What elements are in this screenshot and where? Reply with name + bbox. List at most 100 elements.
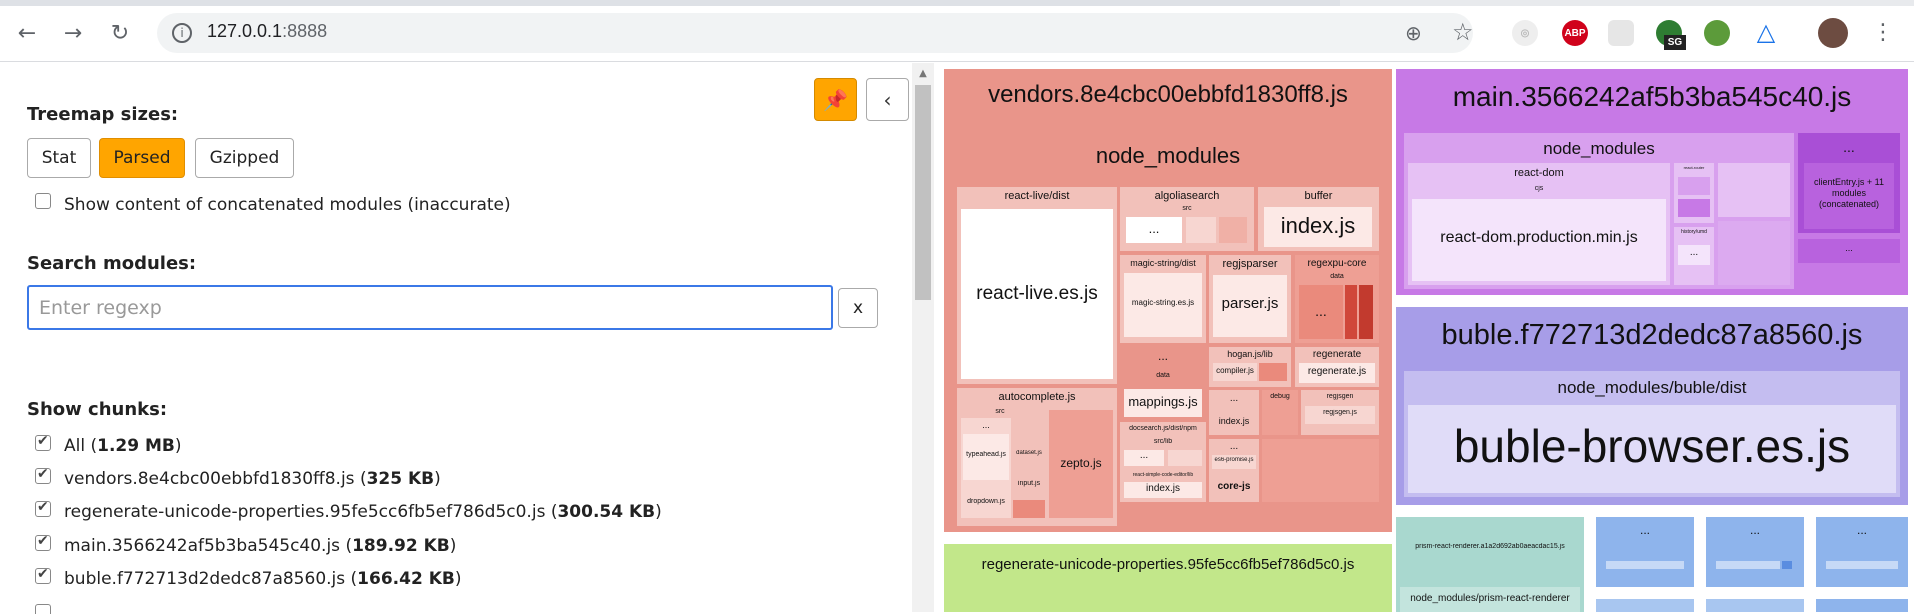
- tile-small-chunk-module[interactable]: [1716, 561, 1780, 569]
- treemap-chunk-buble[interactable]: buble.f772713d2dedc87a8560.js node_modul…: [1396, 307, 1908, 505]
- tile-docsearch-file[interactable]: ...: [1124, 450, 1164, 466]
- tile-history-file[interactable]: ...: [1678, 245, 1710, 265]
- bookmark-star-icon[interactable]: ☆: [1452, 18, 1480, 46]
- tile-small-chunk-module[interactable]: [1826, 561, 1898, 569]
- tile-react-router-misc[interactable]: [1678, 177, 1710, 195]
- size-button-gzipped[interactable]: Gzipped: [195, 138, 294, 178]
- collapse-sidebar-button[interactable]: ‹: [866, 78, 909, 121]
- tile-docsearch-misc[interactable]: [1168, 450, 1202, 466]
- zoom-icon[interactable]: ⊕: [1405, 21, 1429, 45]
- tile-regexpu-misc[interactable]: [1345, 285, 1357, 339]
- treemap-chunk-small[interactable]: [1596, 599, 1694, 612]
- tile-compiler-js[interactable]: compiler.js: [1213, 363, 1257, 381]
- tile-regexpu-misc[interactable]: [1359, 285, 1373, 339]
- tile-typeahead-js[interactable]: typeahead.js: [963, 434, 1009, 480]
- tile-small-chunk-module[interactable]: [1606, 561, 1684, 569]
- blank-extension-icon[interactable]: [1608, 20, 1634, 46]
- tile-algolia-file[interactable]: ...: [1126, 217, 1182, 243]
- tile-buffer-index[interactable]: index.js: [1264, 207, 1372, 247]
- tile-index-js[interactable]: ... index.js: [1209, 390, 1259, 435]
- back-icon[interactable]: ←: [12, 18, 42, 48]
- chunk-checkbox[interactable]: [35, 566, 51, 584]
- globe-extension-icon[interactable]: [1704, 20, 1730, 46]
- tile-react-router-misc[interactable]: [1678, 199, 1710, 217]
- tile-zepto-js[interactable]: zepto.js: [1049, 410, 1113, 518]
- size-button-parsed[interactable]: Parsed: [99, 138, 185, 178]
- tile-hogan-misc[interactable]: [1259, 363, 1287, 381]
- treemap-chunk-prism-react-renderer[interactable]: prism-react-renderer.a1a2d692ab0aeacdac1…: [1396, 517, 1584, 612]
- address-bar[interactable]: [157, 13, 1473, 53]
- tile-mappings-js[interactable]: mappings.js: [1124, 389, 1202, 417]
- tile-dataset-js[interactable]: dataset.js: [1013, 440, 1045, 470]
- tile-regexpu-data[interactable]: ...: [1299, 285, 1343, 339]
- site-info-icon[interactable]: i: [172, 23, 192, 43]
- chunk-checkbox[interactable]: [35, 533, 51, 551]
- camera-extension-icon[interactable]: ◎: [1512, 20, 1538, 46]
- clear-search-button[interactable]: x: [838, 288, 878, 328]
- tile-main-misc[interactable]: [1718, 163, 1790, 217]
- tile-prism-node-modules[interactable]: node_modules/prism-react-renderer: [1400, 587, 1580, 612]
- tile-regenerate-js[interactable]: regenerate.js: [1299, 363, 1375, 383]
- size-button-stat[interactable]: Stat: [27, 138, 91, 178]
- active-tab[interactable]: [0, 0, 1340, 6]
- tile-es6-promise[interactable]: es6-promise.js: [1212, 455, 1256, 469]
- treemap-chunk-vendors[interactable]: vendors.8e4cbc00ebbfd1830ff8.js node_mod…: [944, 69, 1392, 532]
- tile-main-small[interactable]: ...: [1798, 239, 1900, 263]
- sidebar-scrollbar-thumb[interactable]: [915, 85, 931, 300]
- tile-vendors-small-modules[interactable]: [1262, 439, 1379, 502]
- tile-magic-string-dist[interactable]: magic-string/dist magic-string.es.js: [1120, 255, 1206, 343]
- adblock-icon[interactable]: ABP: [1562, 20, 1588, 46]
- avatar[interactable]: [1818, 18, 1848, 48]
- treemap-chunk-regenerate-unicode-properties[interactable]: regenerate-unicode-properties.95fe5cc6fb…: [944, 544, 1392, 612]
- chunk-checkbox-partial[interactable]: [35, 604, 51, 614]
- tile-autocomplete[interactable]: autocomplete.js src ... typeahead.js dro…: [957, 388, 1117, 526]
- treemap-chunk-small[interactable]: ...: [1596, 517, 1694, 587]
- tile-react-dom-production[interactable]: react-dom.production.min.js: [1412, 199, 1666, 281]
- tile-client-entry[interactable]: clientEntry.js + 11 modules (concatenate…: [1804, 163, 1894, 229]
- concat-checkbox[interactable]: [35, 193, 51, 209]
- tile-react-dom[interactable]: react-dom cjs react-dom.production.min.j…: [1408, 163, 1670, 285]
- chunk-checkbox[interactable]: [35, 433, 51, 451]
- tile-autocomplete-misc[interactable]: [1013, 500, 1045, 518]
- tile-docsearch[interactable]: docsearch.js/dist/npm src/lib ... react-…: [1120, 422, 1206, 502]
- treemap-chunk-small[interactable]: [1816, 599, 1908, 612]
- tile-magic-string-es-js[interactable]: magic-string.es.js: [1124, 273, 1202, 337]
- tile-main-node-modules[interactable]: node_modules react-dom cjs react-dom.pro…: [1404, 133, 1794, 289]
- tile-hogan[interactable]: hogan.js/lib compiler.js: [1209, 347, 1291, 387]
- tile-typeahead[interactable]: ... typeahead.js dropdown.js: [961, 418, 1011, 518]
- chunk-checkbox[interactable]: [35, 466, 51, 484]
- tile-regenerate[interactable]: regenerate regenerate.js: [1295, 347, 1379, 387]
- menu-kebab-icon[interactable]: ⋮: [1872, 18, 1894, 48]
- tile-client-entry-group[interactable]: ... clientEntry.js + 11 modules (concate…: [1798, 133, 1900, 233]
- tile-algoliasearch[interactable]: algoliasearch src ...: [1120, 187, 1254, 251]
- tile-algolia-misc[interactable]: [1219, 217, 1247, 243]
- chunk-checkbox[interactable]: [35, 499, 51, 517]
- tile-react-live-dist[interactable]: react-live/dist react-live.es.js: [957, 187, 1117, 384]
- tile-es6-core[interactable]: ... es6-promise.js core-js: [1209, 439, 1259, 502]
- tile-react-live-es-js[interactable]: react-live.es.js: [961, 209, 1113, 379]
- tile-regjsgen-js[interactable]: regjsgen.js: [1305, 406, 1375, 424]
- tile-regjsgen[interactable]: regjsgen regjsgen.js: [1301, 390, 1379, 435]
- triangle-extension-icon[interactable]: △: [1752, 18, 1780, 46]
- tile-history[interactable]: history/umd ...: [1674, 227, 1714, 285]
- tile-react-router[interactable]: react-router: [1674, 163, 1714, 223]
- forward-icon[interactable]: →: [58, 18, 88, 48]
- treemap-chunk-small[interactable]: [1706, 599, 1804, 612]
- tile-small-chunk-module[interactable]: [1782, 561, 1792, 569]
- tile-regjsparser[interactable]: regjsparser parser.js: [1209, 255, 1291, 343]
- tile-parser-js[interactable]: parser.js: [1213, 275, 1287, 337]
- pin-icon[interactable]: 📌: [814, 78, 857, 121]
- tile-debug[interactable]: debug: [1262, 390, 1298, 435]
- tile-algolia-misc[interactable]: [1186, 217, 1216, 243]
- url-text[interactable]: 127.0.0.1:8888: [207, 21, 327, 42]
- tile-docsearch-index[interactable]: index.js: [1124, 482, 1202, 498]
- tile-regexpu-core[interactable]: regexpu-core data ...: [1295, 255, 1379, 343]
- tile-buble-dist[interactable]: node_modules/buble/dist buble-browser.es…: [1404, 371, 1900, 497]
- treemap-chunk-small[interactable]: ...: [1706, 517, 1804, 587]
- reload-icon[interactable]: ↻: [105, 18, 135, 48]
- tile-input-js[interactable]: input.js: [1013, 472, 1045, 498]
- scroll-up-arrow-icon[interactable]: ▲: [915, 67, 931, 81]
- tile-buffer[interactable]: buffer index.js: [1258, 187, 1379, 251]
- treemap-chunk-main[interactable]: main.3566242af5b3ba545c40.js node_module…: [1396, 69, 1908, 295]
- tile-buble-browser-es-js[interactable]: buble-browser.es.js: [1408, 405, 1896, 493]
